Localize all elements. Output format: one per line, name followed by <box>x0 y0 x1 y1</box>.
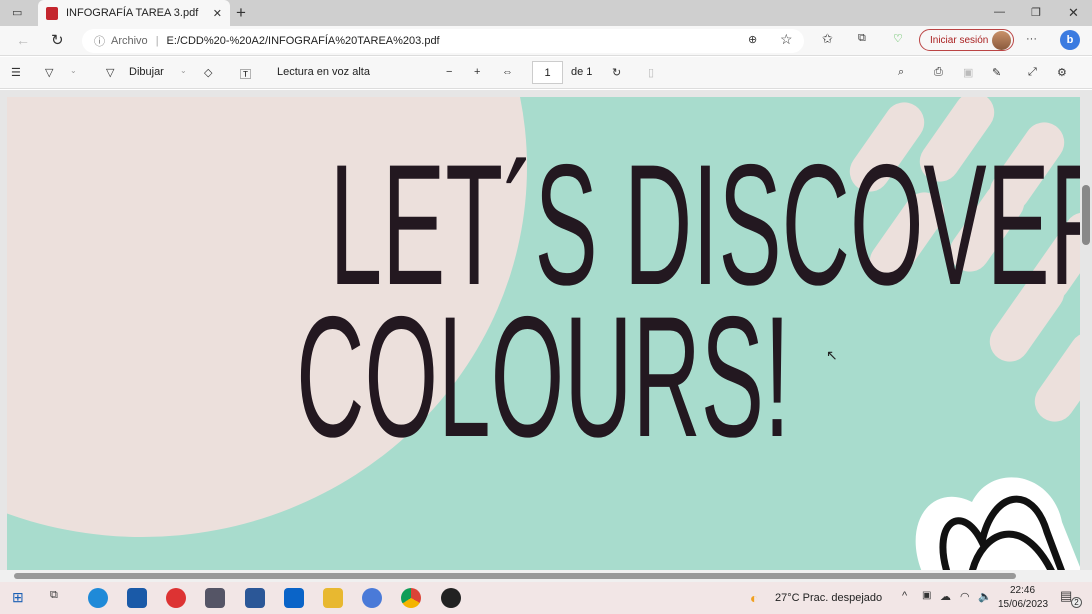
pdf-icon <box>46 6 58 20</box>
volume-icon[interactable]: 🔈 <box>978 590 992 603</box>
chrome-icon[interactable] <box>401 588 421 608</box>
minimize-button[interactable]: — <box>994 6 1005 18</box>
file-explorer-icon[interactable] <box>323 588 343 608</box>
word-icon[interactable] <box>245 588 265 608</box>
highlight-icon[interactable]: ▽ <box>45 66 53 79</box>
collections-icon[interactable]: ⧉ <box>858 32 866 45</box>
read-aloud-button[interactable]: Lectura en voz alta <box>277 66 370 78</box>
tab-title: INFOGRAFÍA TAREA 3.pdf <box>66 7 199 19</box>
page-number-input[interactable]: 1 <box>532 61 563 84</box>
chevron-down-icon[interactable]: ⌄ <box>70 66 77 75</box>
app-icon[interactable] <box>205 588 225 608</box>
notification-count: 2 <box>1071 597 1082 608</box>
zoom-icon[interactable]: ⊕ <box>748 33 757 46</box>
zoom-in-icon[interactable]: + <box>474 66 480 78</box>
tab-bar: ▭ INFOGRAFÍA TAREA 3.pdf ✕ + — ❐ ✕ <box>0 0 1092 26</box>
save-as-icon[interactable]: ✎ <box>992 66 1001 79</box>
save-icon[interactable]: ▣ <box>963 66 973 79</box>
edge-icon[interactable] <box>88 588 108 608</box>
flower-doodle <box>915 477 1080 570</box>
draw-icon[interactable]: ▽ <box>106 66 114 79</box>
print-icon[interactable]: ⎙ <box>934 66 943 79</box>
clock-time[interactable]: 22:46 <box>1010 585 1035 596</box>
eraser-icon[interactable]: ◇ <box>204 66 212 79</box>
app-icon[interactable] <box>441 588 461 608</box>
health-icon[interactable]: ♡ <box>893 32 903 45</box>
rotate-icon[interactable]: ↻ <box>612 66 621 79</box>
app-icon[interactable] <box>166 588 186 608</box>
sign-in-label: Iniciar sesión <box>930 34 989 46</box>
weather-text[interactable]: 27°C Prac. despejado <box>775 592 882 604</box>
chevron-down-icon[interactable]: ⌄ <box>180 66 187 75</box>
back-icon[interactable]: ← <box>16 32 30 48</box>
scheme-label: Archivo <box>111 35 148 47</box>
search-icon[interactable]: ⌕ <box>898 66 904 79</box>
meet-icon[interactable]: ▣ <box>922 590 931 601</box>
weather-icon[interactable]: ◐ <box>750 590 758 606</box>
cloud-icon[interactable]: ☁ <box>940 590 951 603</box>
sign-in-button[interactable]: Iniciar sesión <box>919 29 1014 51</box>
bing-icon[interactable]: b <box>1060 30 1080 50</box>
settings-gear-icon[interactable]: ⚙ <box>1057 66 1067 79</box>
url-field[interactable]: ⓘ Archivo | E:/CDD%20-%20A2/INFOGRAFÍA%2… <box>82 29 804 53</box>
address-bar: ← ↻ ⓘ Archivo | E:/CDD%20-%20A2/INFOGRAF… <box>0 26 1092 56</box>
pdf-toolbar: ☰ ▽ ⌄ ▽ Dibujar ⌄ ◇ 🅃 Lectura en voz alt… <box>0 57 1092 89</box>
draw-button[interactable]: Dibujar <box>129 66 164 78</box>
mail-icon[interactable] <box>284 588 304 608</box>
contents-icon[interactable]: ☰ <box>11 66 21 79</box>
page-view-icon[interactable]: ▯ <box>648 66 654 79</box>
avatar <box>992 31 1011 50</box>
zoom-out-icon[interactable]: − <box>446 66 452 78</box>
favorites-icon[interactable]: ✩ <box>822 31 833 47</box>
new-tab-button[interactable]: + <box>236 3 246 23</box>
url-text: E:/CDD%20-%20A2/INFOGRAFÍA%20TAREA%203.p… <box>166 35 440 47</box>
clock-date[interactable]: 15/06/2023 <box>998 599 1048 610</box>
chevron-up-icon[interactable]: ^ <box>902 590 907 602</box>
info-icon: ⓘ <box>94 36 105 48</box>
page-count: de 1 <box>571 66 593 78</box>
close-window-button[interactable]: ✕ <box>1068 5 1079 21</box>
more-menu-button[interactable]: ··· <box>1026 33 1037 45</box>
favorite-star-icon[interactable]: ☆ <box>780 31 793 48</box>
store-icon[interactable] <box>127 588 147 608</box>
vertical-scrollbar[interactable] <box>1082 185 1090 245</box>
headline-line-2: COLOURS! <box>296 281 791 473</box>
tab-close-icon[interactable]: ✕ <box>213 7 222 20</box>
tab-actions-icon[interactable]: ▭ <box>12 6 22 19</box>
tab-active[interactable]: INFOGRAFÍA TAREA 3.pdf ✕ <box>38 0 230 26</box>
taskbar: ⊞ ⧉ ◐ 27°C Prac. despejado ^ ▣ ☁ ◠ 🔈 22:… <box>0 582 1092 614</box>
windows-start-icon[interactable]: ⊞ <box>12 589 24 606</box>
page-number: 1 <box>544 66 551 79</box>
fullscreen-icon[interactable]: ⤢ <box>1028 66 1037 79</box>
divider: | <box>155 35 159 47</box>
text-icon[interactable]: 🅃 <box>240 66 251 82</box>
mouse-cursor-icon: ↖ <box>826 347 838 363</box>
fit-width-icon[interactable]: ⇔ <box>502 66 513 78</box>
pdf-page: LET´S DISCOVER COLOURS! ↖ <box>7 97 1080 570</box>
app-icon[interactable] <box>362 588 382 608</box>
restore-button[interactable]: ❐ <box>1031 6 1041 19</box>
task-view-icon[interactable]: ⧉ <box>50 589 58 602</box>
pdf-viewer: LET´S DISCOVER COLOURS! ↖ <box>0 90 1092 570</box>
wifi-icon[interactable]: ◠ <box>960 590 970 603</box>
horizontal-scrollbar[interactable] <box>0 570 1092 582</box>
refresh-icon[interactable]: ↻ <box>51 31 64 49</box>
scroll-thumb[interactable] <box>14 573 1016 579</box>
